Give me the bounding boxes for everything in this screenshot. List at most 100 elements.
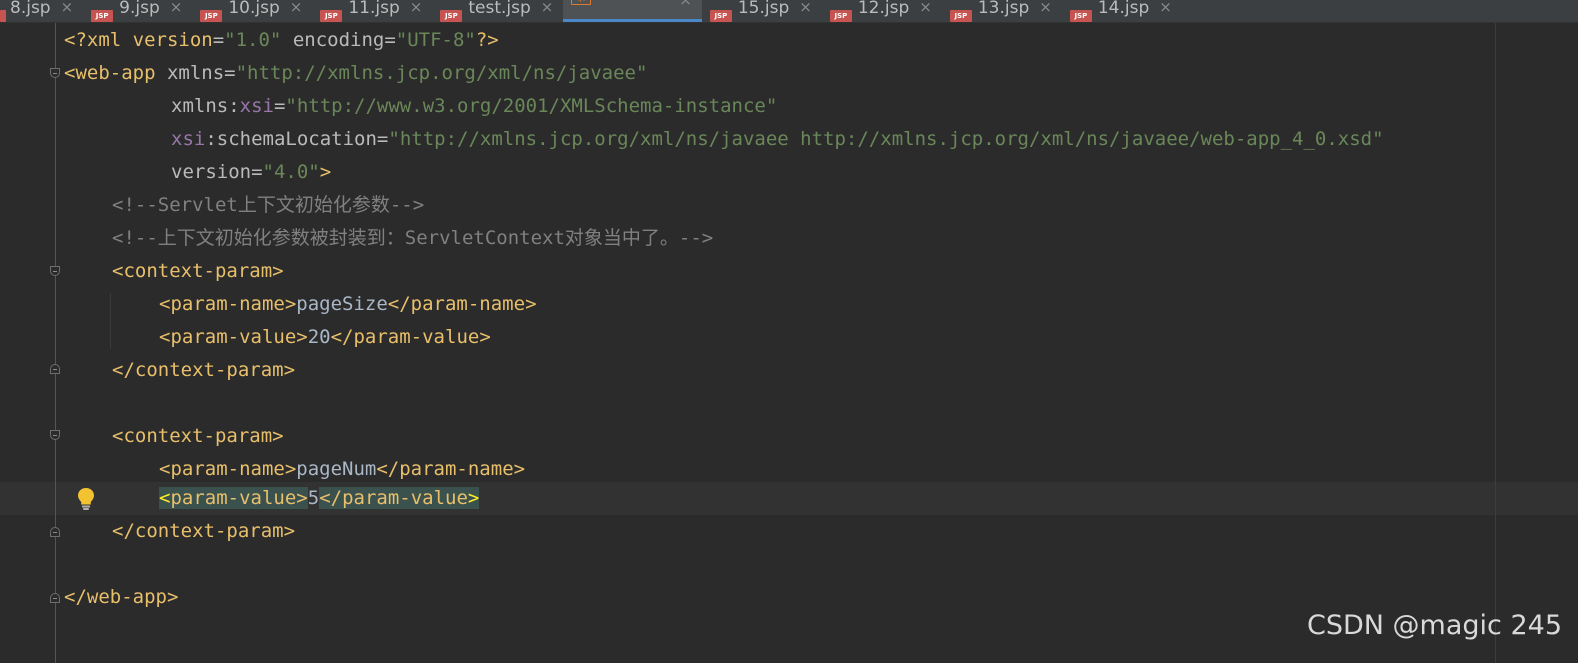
code-line-10[interactable]: <param-value>20</param-value> xyxy=(159,321,491,354)
code-token: = xyxy=(273,95,286,117)
code-comment: <!--Servlet上下文初始化参数--> xyxy=(112,194,425,216)
code-token: <web-app xyxy=(64,62,156,84)
close-icon[interactable]: × xyxy=(1159,0,1172,15)
code-token: encoding xyxy=(281,29,385,51)
code-token: version xyxy=(171,161,252,183)
fold-marker-icon[interactable] xyxy=(50,593,60,603)
code-line-13[interactable]: <context-param> xyxy=(112,420,284,453)
close-icon[interactable]: × xyxy=(799,0,812,15)
code-token: = xyxy=(251,161,263,183)
close-icon[interactable]: × xyxy=(919,0,932,15)
tab-label: 15.jsp xyxy=(737,0,790,18)
code-token: 5 xyxy=(307,487,320,509)
code-line-2[interactable]: <web-app xmlns="http://xmlns.jcp.org/xml… xyxy=(64,57,647,90)
code-line-5[interactable]: version="4.0"> xyxy=(171,156,331,189)
code-token: "1.0" xyxy=(224,29,282,51)
code-token: "4.0" xyxy=(262,161,320,183)
code-line-9[interactable]: <param-name>pageSize</param-name> xyxy=(159,288,537,321)
editor-tab-bar: 8.jsp × JSP 9.jsp × JSP 10.jsp × JSP 11.jsp × JSP te… xyxy=(0,0,1578,23)
tab-8-jsp[interactable]: 8.jsp × xyxy=(0,0,83,22)
jsp-file-icon: JSP xyxy=(200,10,223,22)
code-comment: <!--上下文初始化参数被封装到：ServletContext对象当中了。--> xyxy=(112,227,714,249)
code-token: :schemaLocation xyxy=(205,128,377,150)
lightbulb-icon[interactable] xyxy=(77,487,95,511)
close-icon[interactable]: × xyxy=(679,0,692,8)
code-token: "http://xmlns.jcp.org/xml/ns/javaee http… xyxy=(388,128,1384,150)
tab-14-jsp[interactable]: JSP 14.jsp × xyxy=(1062,0,1182,22)
tab-label: 13.jsp xyxy=(977,0,1030,18)
code-token: <param-name> xyxy=(159,458,297,480)
code-token: xmlns: xyxy=(171,95,240,117)
code-token: = xyxy=(212,29,225,51)
code-token: = xyxy=(384,29,396,51)
code-line-8[interactable]: <context-param> xyxy=(112,255,284,288)
tab-label: 12.jsp xyxy=(857,0,910,18)
tab-test-jsp[interactable]: JSP test.jsp × xyxy=(432,0,563,22)
close-icon[interactable]: × xyxy=(61,0,74,15)
tab-label: 14.jsp xyxy=(1097,0,1150,18)
code-line-4[interactable]: xsi:schemaLocation="http://xmlns.jcp.org… xyxy=(171,123,1384,156)
fold-marker-icon[interactable] xyxy=(50,266,60,276)
close-icon[interactable]: × xyxy=(1039,0,1052,15)
watermark-text: CSDN @magic 245 xyxy=(1306,610,1562,641)
gutter-separator xyxy=(55,23,56,663)
code-token: <param-value> xyxy=(159,326,308,348)
code-token: </param-value> xyxy=(330,326,491,348)
code-token: "UTF-8" xyxy=(395,29,476,51)
code-token: pageNum xyxy=(296,458,377,480)
code-token: < xyxy=(159,487,171,509)
code-token: <context-param> xyxy=(112,425,284,447)
tab-web-xml[interactable]: </> web.xml × xyxy=(563,0,702,22)
tab-label: 11.jsp xyxy=(348,0,400,18)
tab-15-jsp[interactable]: JSP 15.jsp × xyxy=(702,0,822,22)
fold-marker-icon[interactable] xyxy=(50,68,60,78)
jsp-file-icon xyxy=(0,10,6,22)
code-token: xmlns xyxy=(155,62,225,84)
code-token: </param-value xyxy=(319,487,468,509)
jsp-file-icon: JSP xyxy=(440,10,463,22)
code-token: param-value> xyxy=(170,487,308,509)
fold-marker-icon[interactable] xyxy=(50,430,60,440)
code-editor[interactable]: <?xml version="1.0" encoding="UTF-8"?> <… xyxy=(0,23,1578,663)
indent-guide xyxy=(110,293,111,349)
jsp-file-icon: JSP xyxy=(91,10,114,22)
code-token: 20 xyxy=(307,326,331,348)
tab-9-jsp[interactable]: JSP 9.jsp × xyxy=(83,0,192,22)
code-token: </param-name> xyxy=(387,293,537,315)
tab-label: 9.jsp xyxy=(119,0,160,18)
code-line-6[interactable]: <!--Servlet上下文初始化参数--> xyxy=(112,189,424,222)
tab-12-jsp[interactable]: JSP 12.jsp × xyxy=(822,0,942,22)
tab-13-jsp[interactable]: JSP 13.jsp × xyxy=(942,0,1062,22)
code-token: <param-name> xyxy=(159,293,297,315)
code-line-18[interactable]: </web-app> xyxy=(64,581,178,614)
fold-marker-icon[interactable] xyxy=(50,527,60,537)
jsp-file-icon: JSP xyxy=(829,10,852,22)
fold-marker-icon[interactable] xyxy=(50,364,60,374)
tab-label: 8.jsp xyxy=(10,0,51,18)
code-token: "http://xmlns.jcp.org/xml/ns/javaee" xyxy=(235,62,648,84)
code-token: pageSize xyxy=(296,293,388,315)
jsp-file-icon: JSP xyxy=(709,10,732,22)
right-margin-guide xyxy=(1495,23,1496,663)
close-icon[interactable]: × xyxy=(541,0,554,15)
jsp-file-icon: JSP xyxy=(320,10,343,22)
code-token: > xyxy=(467,487,480,509)
code-line-7[interactable]: <!--上下文初始化参数被封装到：ServletContext对象当中了。--> xyxy=(112,222,713,255)
close-icon[interactable]: × xyxy=(170,0,183,15)
tab-label: web.xml xyxy=(597,0,669,3)
code-token: </context-param> xyxy=(112,520,296,542)
code-token: </context-param> xyxy=(112,359,296,381)
close-icon[interactable]: × xyxy=(410,0,423,15)
code-token: ?> xyxy=(475,29,499,51)
tab-10-jsp[interactable]: JSP 10.jsp × xyxy=(192,0,312,22)
code-line-11[interactable]: </context-param> xyxy=(112,354,295,387)
code-line-1[interactable]: <?xml version="1.0" encoding="UTF-8"?> xyxy=(64,24,499,57)
code-token: <context-param> xyxy=(112,260,284,282)
tab-11-jsp[interactable]: JSP 11.jsp × xyxy=(312,0,432,22)
code-token: <?xml version xyxy=(64,29,213,51)
code-line-3[interactable]: xmlns:xsi="http://www.w3.org/2001/XMLSch… xyxy=(171,90,777,123)
code-line-15[interactable]: <param-value>5</param-value> xyxy=(159,482,480,515)
close-icon[interactable]: × xyxy=(290,0,303,15)
code-line-16[interactable]: </context-param> xyxy=(112,515,295,548)
jsp-file-icon: JSP xyxy=(1069,10,1092,22)
